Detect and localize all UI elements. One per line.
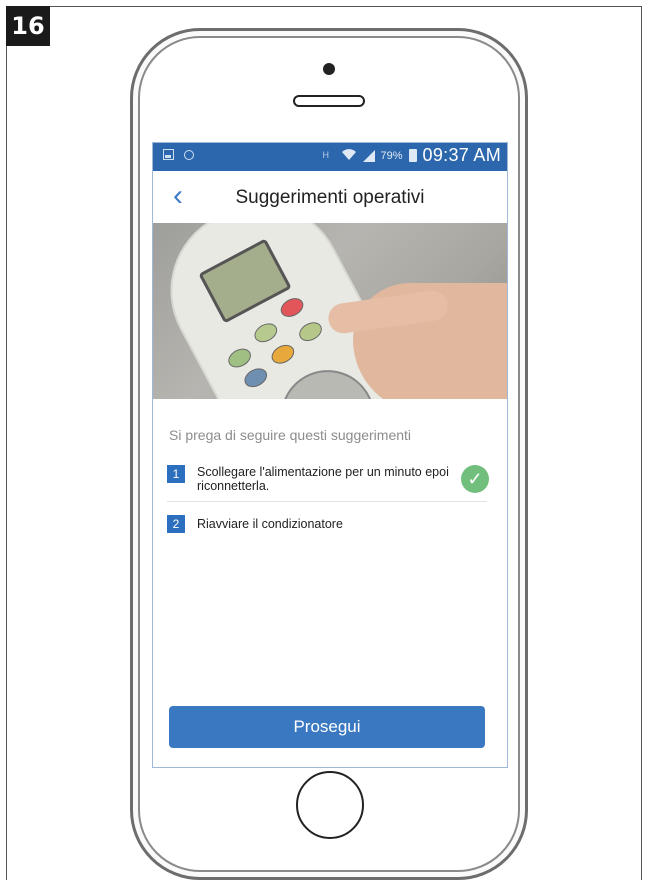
checkmark-circle-icon: ✓ [461, 465, 489, 493]
nav-bar: ‹ Suggerimenti operativi [153, 171, 507, 223]
remote-button-green [225, 344, 255, 372]
status-bar: H 79% 09:37 AM [153, 143, 507, 171]
remote-button-red [277, 294, 307, 321]
step-number: 1 [167, 465, 185, 483]
remote-button-blue [241, 364, 271, 391]
wifi-icon [341, 147, 357, 165]
speaker-grille [293, 95, 365, 107]
screenshot-icon [163, 149, 174, 160]
remote-button-auto [251, 319, 281, 346]
figure-step-badge: 16 [6, 6, 50, 46]
step-text: Riavviare il condizionatore [197, 517, 343, 531]
signal-icon [362, 149, 375, 162]
step-divider [167, 501, 487, 502]
home-button[interactable] [296, 771, 364, 839]
app-screen: H 79% 09:37 AM ‹ Suggerimenti operativi [152, 142, 508, 768]
shield-icon [184, 149, 194, 160]
instructions-heading: Si prega di seguire questi suggerimenti [169, 427, 412, 443]
page-title: Suggerimenti operativi [235, 187, 425, 208]
battery-percent: 79% [380, 149, 403, 162]
remote-button-heat [268, 341, 298, 368]
continue-button[interactable]: Prosegui [169, 706, 485, 748]
network-type-label: H [322, 150, 330, 160]
remote-control-photo [153, 223, 507, 399]
step-text: Scollegare l'alimentazione per un minuto… [197, 465, 449, 493]
remote-button-dry [295, 318, 326, 345]
camera-icon [323, 63, 335, 75]
battery-icon [408, 149, 417, 162]
status-time: 09:37 AM [422, 145, 501, 165]
step-number: 2 [167, 515, 185, 533]
remote-display [198, 238, 292, 324]
